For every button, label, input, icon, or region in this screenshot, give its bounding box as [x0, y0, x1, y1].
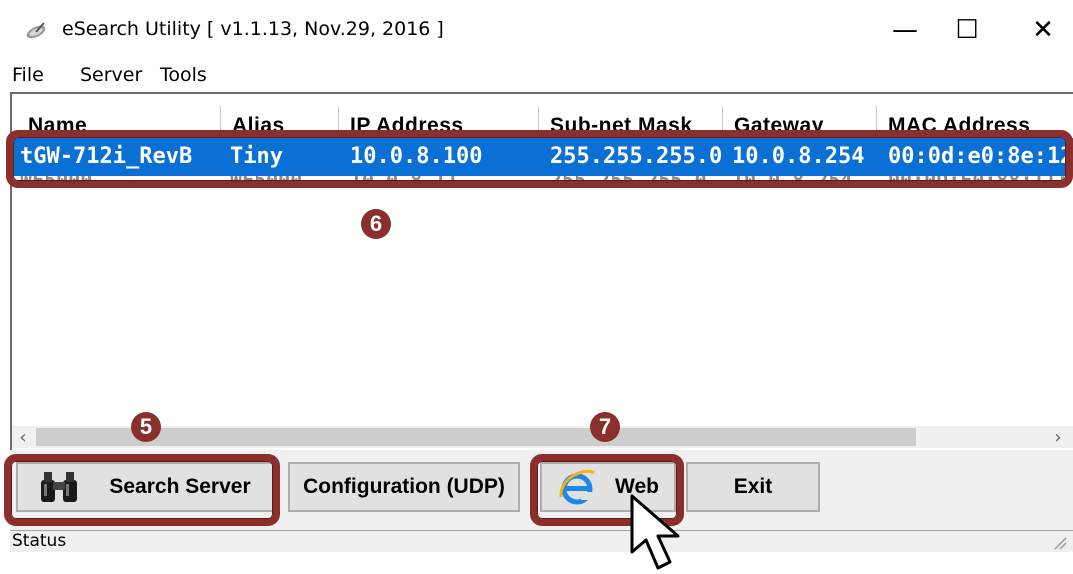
- configuration-udp-button[interactable]: Configuration (UDP): [288, 462, 520, 512]
- scroll-left-icon[interactable]: ‹: [12, 426, 34, 448]
- maximize-button[interactable]: ☐: [942, 10, 992, 50]
- configuration-label: Configuration (UDP): [303, 475, 505, 498]
- status-bar: Status: [10, 530, 1073, 552]
- list-header: Name Alias IP Address Sub-net Mask Gatew…: [12, 94, 1073, 134]
- exit-button[interactable]: Exit: [686, 462, 820, 512]
- row-highlight-frame: [6, 130, 1073, 188]
- step-badge-7: 7: [590, 412, 620, 442]
- menu-server[interactable]: Server: [80, 64, 142, 86]
- window-title: eSearch Utility [ v1.1.13, Nov.29, 2016 …: [62, 18, 444, 40]
- search-highlight-frame: [4, 454, 280, 526]
- exit-label: Exit: [733, 475, 773, 498]
- scrollbar-thumb[interactable]: [36, 428, 916, 446]
- scroll-right-icon[interactable]: ›: [1047, 426, 1069, 448]
- resize-grip-icon[interactable]: [1053, 536, 1067, 550]
- step-badge-5: 5: [131, 412, 161, 442]
- menu-bar: File Server Tools: [0, 58, 1073, 92]
- satellite-icon: [26, 22, 46, 39]
- cursor-icon: [630, 494, 680, 570]
- menu-file[interactable]: File: [12, 64, 44, 86]
- minimize-button[interactable]: —: [880, 10, 930, 50]
- close-button[interactable]: ✕: [1018, 10, 1068, 50]
- status-text: Status: [12, 531, 67, 551]
- title-bar: eSearch Utility [ v1.1.13, Nov.29, 2016 …: [0, 0, 1073, 58]
- horizontal-scrollbar[interactable]: ‹ ›: [12, 426, 1073, 448]
- menu-tools[interactable]: Tools: [160, 64, 207, 86]
- step-badge-6: 6: [361, 209, 391, 239]
